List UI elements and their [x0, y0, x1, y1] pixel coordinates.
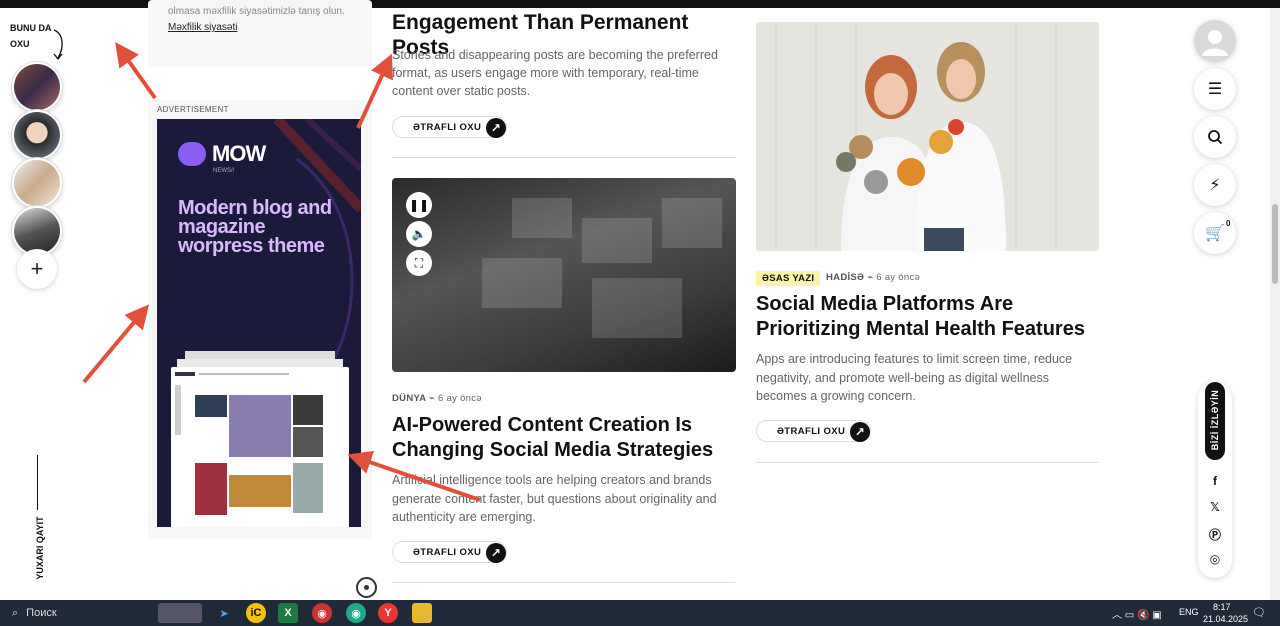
excel-icon[interactable]: X: [278, 603, 298, 623]
notifications-icon[interactable]: 🗨: [1252, 606, 1266, 619]
trending-button[interactable]: ⚡: [1194, 164, 1236, 206]
search-icon: ⌕: [12, 606, 19, 619]
story-item[interactable]: [12, 158, 62, 208]
pinterest-icon[interactable]: Ⓟ: [1207, 526, 1223, 543]
clock-icon: ⌁: [429, 393, 438, 404]
privacy-link[interactable]: Məxfilik siyasəti: [168, 22, 237, 33]
arrow-up-right-icon: ↗: [486, 543, 506, 563]
privacy-text: olmasa məxfilik siyasətimizlə tanış olun…: [168, 6, 345, 17]
chrome-icon[interactable]: ◉: [346, 603, 366, 623]
language-indicator[interactable]: ENG: [1179, 607, 1199, 617]
instagram-icon[interactable]: ◎: [1207, 552, 1223, 566]
ad-headline: Modern blog and magazine worpress theme: [178, 197, 332, 257]
clock-time: 8:17: [1213, 602, 1231, 612]
clock-date: 21.04.2025: [1203, 614, 1249, 624]
follow-text: BİZİ İZLƏYİN: [1210, 389, 1220, 451]
back-to-top-label: YUXARI QAYIT: [35, 516, 45, 580]
advertisement-block: ADVERTISEMENT MOW NEWS// Modern blog and…: [148, 100, 372, 538]
featured-badge[interactable]: ƏSAS YAZI: [756, 271, 821, 286]
story-item[interactable]: [12, 62, 62, 112]
tray-icons[interactable]: ︿ ▭ 🔇 ▣: [1112, 606, 1162, 621]
follow-panel: BİZİ İZLƏYİN f 𝕏 Ⓟ ◎: [1198, 382, 1232, 578]
scrollbar-thumb[interactable]: [1272, 204, 1278, 284]
scrollbar[interactable]: [1270, 8, 1280, 600]
ad-banner[interactable]: MOW NEWS// Modern blog and magazine worp…: [157, 119, 361, 527]
facebook-icon[interactable]: f: [1207, 474, 1223, 488]
mow-logo-icon: [178, 142, 206, 166]
ad-label: ADVERTISEMENT: [157, 105, 229, 114]
hamburger-icon: ☰: [1207, 81, 1223, 98]
os-taskbar: ⌕ Поиск ➤ iC X ◉ ◉ Y ︿ ▭ 🔇 ▣ ENG 8:17 21…: [0, 600, 1280, 626]
weather-icon[interactable]: [158, 603, 202, 623]
divider: [392, 157, 735, 158]
yandex-icon[interactable]: Y: [378, 603, 398, 623]
divider: [756, 462, 1099, 463]
cart-icon: 🛒: [1205, 225, 1225, 242]
clock-icon: ⌁: [867, 272, 877, 283]
lightning-icon: ⚡: [1209, 177, 1221, 194]
pause-icon[interactable]: ❚❚: [406, 192, 432, 218]
app-icon[interactable]: ➤: [214, 603, 234, 623]
read-more-label: ƏTRAFLI OXU: [777, 425, 846, 437]
scroll-indicator-button[interactable]: [356, 577, 377, 598]
ad-screenshot: [171, 351, 349, 527]
article-category[interactable]: DÜNYA: [392, 393, 426, 404]
article-title[interactable]: Social Media Platforms Are Prioritizing …: [756, 292, 1101, 342]
taskbar-search[interactable]: ⌕ Поиск: [8, 603, 153, 623]
mute-icon[interactable]: 🔈: [406, 221, 432, 247]
ad-brand: MOW: [212, 141, 266, 166]
stories-rail: BUNU DA OXU +: [10, 20, 66, 289]
article-meta: DÜNYA ⌁ 6 ay öncə: [392, 393, 482, 404]
x-icon[interactable]: 𝕏: [1207, 500, 1223, 514]
user-icon: [1202, 30, 1228, 56]
app-icon[interactable]: iC: [246, 603, 266, 623]
user-avatar[interactable]: [1194, 20, 1236, 62]
read-more-button[interactable]: ƏTRAFLI OXU ↗: [392, 541, 507, 563]
arrow-up-right-icon: ↗: [486, 118, 506, 138]
follow-label: BİZİ İZLƏYİN: [1205, 382, 1225, 460]
article-excerpt: Apps are introducing features to limit s…: [756, 352, 1073, 403]
cart-count: 0: [1226, 219, 1231, 228]
privacy-card: olmasa məxfilik siyasətimizlə tanış olun…: [148, 0, 372, 66]
search-button[interactable]: [1194, 116, 1236, 158]
article-time: 6 ay öncə: [437, 393, 482, 404]
menu-button[interactable]: ☰: [1194, 68, 1236, 110]
chrome-icon[interactable]: ◉: [312, 603, 332, 623]
read-more-button[interactable]: ƏTRAFLI OXU ↗: [392, 116, 507, 138]
divider: [392, 582, 735, 583]
folder-icon[interactable]: [412, 603, 432, 623]
arrow-up-right-icon: ↗: [850, 422, 870, 442]
ad-brand-sub: NEWS//: [213, 168, 235, 174]
article-excerpt: Stories and disappearing posts are becom…: [392, 48, 718, 98]
article-category[interactable]: HADİSƏ: [826, 272, 864, 283]
search-icon: [1208, 130, 1223, 145]
read-more-label: ƏTRAFLI OXU: [413, 121, 482, 133]
taskbar-search-label: Поиск: [26, 607, 57, 619]
article-meta: HADİSƏ ⌁ 6 ay öncə: [826, 272, 920, 283]
video-player[interactable]: ❚❚ 🔈 ⛶: [392, 178, 736, 372]
article-title[interactable]: AI-Powered Content Creation Is Changing …: [392, 413, 737, 463]
fullscreen-icon[interactable]: ⛶: [406, 250, 432, 276]
ad-logo: MOW NEWS//: [178, 141, 266, 174]
curved-arrow-icon: [53, 29, 63, 61]
article-time: 6 ay öncə: [876, 272, 921, 283]
read-more-label: ƏTRAFLI OXU: [413, 546, 482, 558]
add-story-button[interactable]: +: [17, 249, 57, 289]
read-more-button[interactable]: ƏTRAFLI OXU ↗: [756, 420, 871, 442]
story-item[interactable]: [12, 110, 62, 160]
back-to-top-button[interactable]: YUXARI QAYIT: [28, 455, 48, 580]
article-photo: [756, 22, 1099, 251]
article-excerpt: Artificial intelligence tools are helpin…: [392, 473, 717, 524]
article-image[interactable]: [756, 22, 1099, 251]
